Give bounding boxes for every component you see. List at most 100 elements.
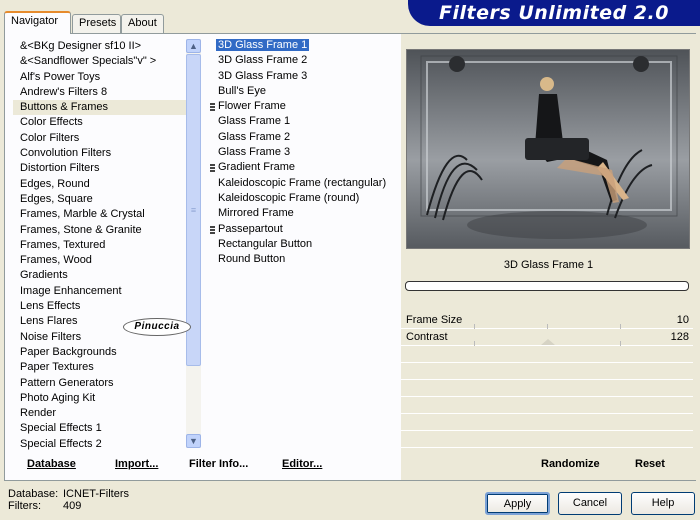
filter-label: Rectangular Button xyxy=(218,237,313,250)
navigator-panel: &<BKg Designer sf10 II> &<Sandflower Spec… xyxy=(4,33,696,481)
group-marker-icon xyxy=(210,225,215,234)
progress-bar xyxy=(405,281,689,291)
preview-caption: 3D Glass Frame 1 xyxy=(503,259,594,271)
category-item[interactable]: Convolution Filters xyxy=(13,146,189,161)
filter-item[interactable]: Glass Frame 2 xyxy=(210,130,400,145)
category-item[interactable]: Distortion Filters xyxy=(13,161,189,176)
category-item[interactable]: Frames, Marble & Crystal xyxy=(13,207,189,222)
filter-label: Bull's Eye xyxy=(218,84,266,97)
database-label: Database: xyxy=(8,488,59,500)
database-value: ICNET-Filters xyxy=(63,488,129,500)
category-item[interactable]: &<BKg Designer sf10 II> xyxy=(13,39,189,54)
category-scrollbar[interactable]: ▲ ≡ ▼ xyxy=(186,39,201,448)
filter-item[interactable]: Flower Frame xyxy=(210,99,400,114)
category-item[interactable]: Special Effects 1 xyxy=(13,421,189,436)
category-item[interactable]: Color Filters xyxy=(13,131,189,146)
category-item[interactable]: Edges, Round xyxy=(13,177,189,192)
category-item[interactable]: Lens Effects xyxy=(13,299,189,314)
filter-label: Glass Frame 2 xyxy=(218,130,291,143)
filters-count-label: Filters: xyxy=(8,500,41,512)
filter-item[interactable]: Kaleidoscopic Frame (round) xyxy=(210,191,400,206)
category-item[interactable]: Paper Backgrounds xyxy=(13,345,189,360)
group-marker-icon xyxy=(210,103,215,112)
filters-count-value: 409 xyxy=(63,500,82,512)
pinuccia-watermark: Pinuccia xyxy=(123,318,191,336)
slider-contrast[interactable]: Contrast 128 xyxy=(401,329,693,346)
cancel-button[interactable]: Cancel xyxy=(558,492,622,515)
database-button[interactable]: Database xyxy=(27,458,76,470)
filter-label: Passepartout xyxy=(218,222,283,235)
category-item[interactable]: Paper Textures xyxy=(13,360,189,375)
empty-slider-row xyxy=(401,363,693,380)
reset-button[interactable]: Reset xyxy=(635,458,665,470)
category-item[interactable]: Render xyxy=(13,406,189,421)
filter-item[interactable]: Gradient Frame xyxy=(210,160,400,175)
filter-list[interactable]: 3D Glass Frame 1 3D Glass Frame 2 3D Glass… xyxy=(210,38,400,452)
tab-about[interactable]: About xyxy=(121,14,164,33)
category-item[interactable]: Frames, Wood xyxy=(13,253,189,268)
empty-slider-row xyxy=(401,431,693,448)
filter-label: Glass Frame 3 xyxy=(218,146,291,159)
empty-slider-row xyxy=(401,414,693,431)
randomize-button[interactable]: Randomize xyxy=(541,458,600,470)
category-list[interactable]: &<BKg Designer sf10 II> &<Sandflower Spec… xyxy=(13,34,189,452)
category-item[interactable]: Edges, Square xyxy=(13,192,189,207)
status-info: Database: ICNET-Filters Filters: 409 xyxy=(8,488,129,513)
filter-item[interactable]: Round Button xyxy=(210,252,400,267)
category-item[interactable]: Alf's Power Toys xyxy=(13,70,189,85)
import-button[interactable]: Import... xyxy=(115,458,158,470)
slider-label: Contrast xyxy=(406,331,448,343)
slider-label: Frame Size xyxy=(406,314,463,326)
scroll-down-button[interactable]: ▼ xyxy=(186,434,201,448)
preview-image xyxy=(406,49,690,249)
scroll-up-button[interactable]: ▲ xyxy=(186,39,201,53)
tab-navigator[interactable]: Navigator xyxy=(4,11,71,34)
filter-info-button[interactable]: Filter Info... xyxy=(189,458,248,470)
apply-button[interactable]: Apply xyxy=(485,492,550,515)
editor-button[interactable]: Editor... xyxy=(282,458,322,470)
slider-value: 128 xyxy=(670,331,689,343)
filter-label: Kaleidoscopic Frame (round) xyxy=(218,191,360,204)
empty-slider-row xyxy=(401,346,693,363)
category-item[interactable]: Buttons & Frames xyxy=(13,100,189,116)
filter-label: Flower Frame xyxy=(218,100,286,113)
scroll-thumb[interactable]: ≡ xyxy=(186,54,201,366)
filter-item[interactable]: 3D Glass Frame 1 xyxy=(210,38,400,53)
filter-label: 3D Glass Frame 3 xyxy=(218,69,308,82)
filter-item[interactable]: Rectangular Button xyxy=(210,237,400,252)
category-item[interactable]: Frames, Stone & Granite xyxy=(13,223,189,238)
parameter-sliders: Frame Size 10 Contrast 128 xyxy=(401,312,693,448)
preview-panel: 3D Glass Frame 1 Frame Size 10 Contrast … xyxy=(401,34,696,480)
category-item[interactable]: Andrew's Filters 8 xyxy=(13,85,189,100)
filter-item[interactable]: Bull's Eye xyxy=(210,84,400,99)
category-item[interactable]: Image Enhancement xyxy=(13,284,189,299)
category-item[interactable]: Color Effects xyxy=(13,115,189,130)
filter-label: Glass Frame 1 xyxy=(218,115,291,128)
filter-label: Round Button xyxy=(218,253,286,266)
filter-item[interactable]: 3D Glass Frame 3 xyxy=(210,69,400,84)
filter-item[interactable]: Glass Frame 3 xyxy=(210,145,400,160)
filter-label: Gradient Frame xyxy=(218,161,296,174)
preview-artwork xyxy=(407,50,689,248)
filter-item[interactable]: 3D Glass Frame 2 xyxy=(210,53,400,68)
help-button[interactable]: Help xyxy=(631,492,695,515)
empty-slider-row xyxy=(401,397,693,414)
filter-item[interactable]: Kaleidoscopic Frame (rectangular) xyxy=(210,176,400,191)
tab-presets[interactable]: Presets xyxy=(72,14,121,33)
filter-item[interactable]: Passepartout xyxy=(210,222,400,237)
category-item[interactable]: Special Effects 2 xyxy=(13,437,189,452)
empty-slider-row xyxy=(401,380,693,397)
category-item[interactable]: Pattern Generators xyxy=(13,376,189,391)
slider-value: 10 xyxy=(676,314,689,326)
filter-item[interactable]: Mirrored Frame xyxy=(210,206,400,221)
filter-item[interactable]: Glass Frame 1 xyxy=(210,114,400,129)
filter-label: 3D Glass Frame 1 xyxy=(216,39,310,51)
filter-label: 3D Glass Frame 2 xyxy=(218,54,308,67)
slider-knob[interactable] xyxy=(541,339,555,345)
category-item[interactable]: Photo Aging Kit xyxy=(13,391,189,406)
category-item[interactable]: &<Sandflower Specials"v" > xyxy=(13,54,189,69)
filter-label: Mirrored Frame xyxy=(218,207,294,220)
slider-frame-size[interactable]: Frame Size 10 xyxy=(401,312,693,329)
category-item[interactable]: Gradients xyxy=(13,268,189,283)
category-item[interactable]: Frames, Textured xyxy=(13,238,189,253)
